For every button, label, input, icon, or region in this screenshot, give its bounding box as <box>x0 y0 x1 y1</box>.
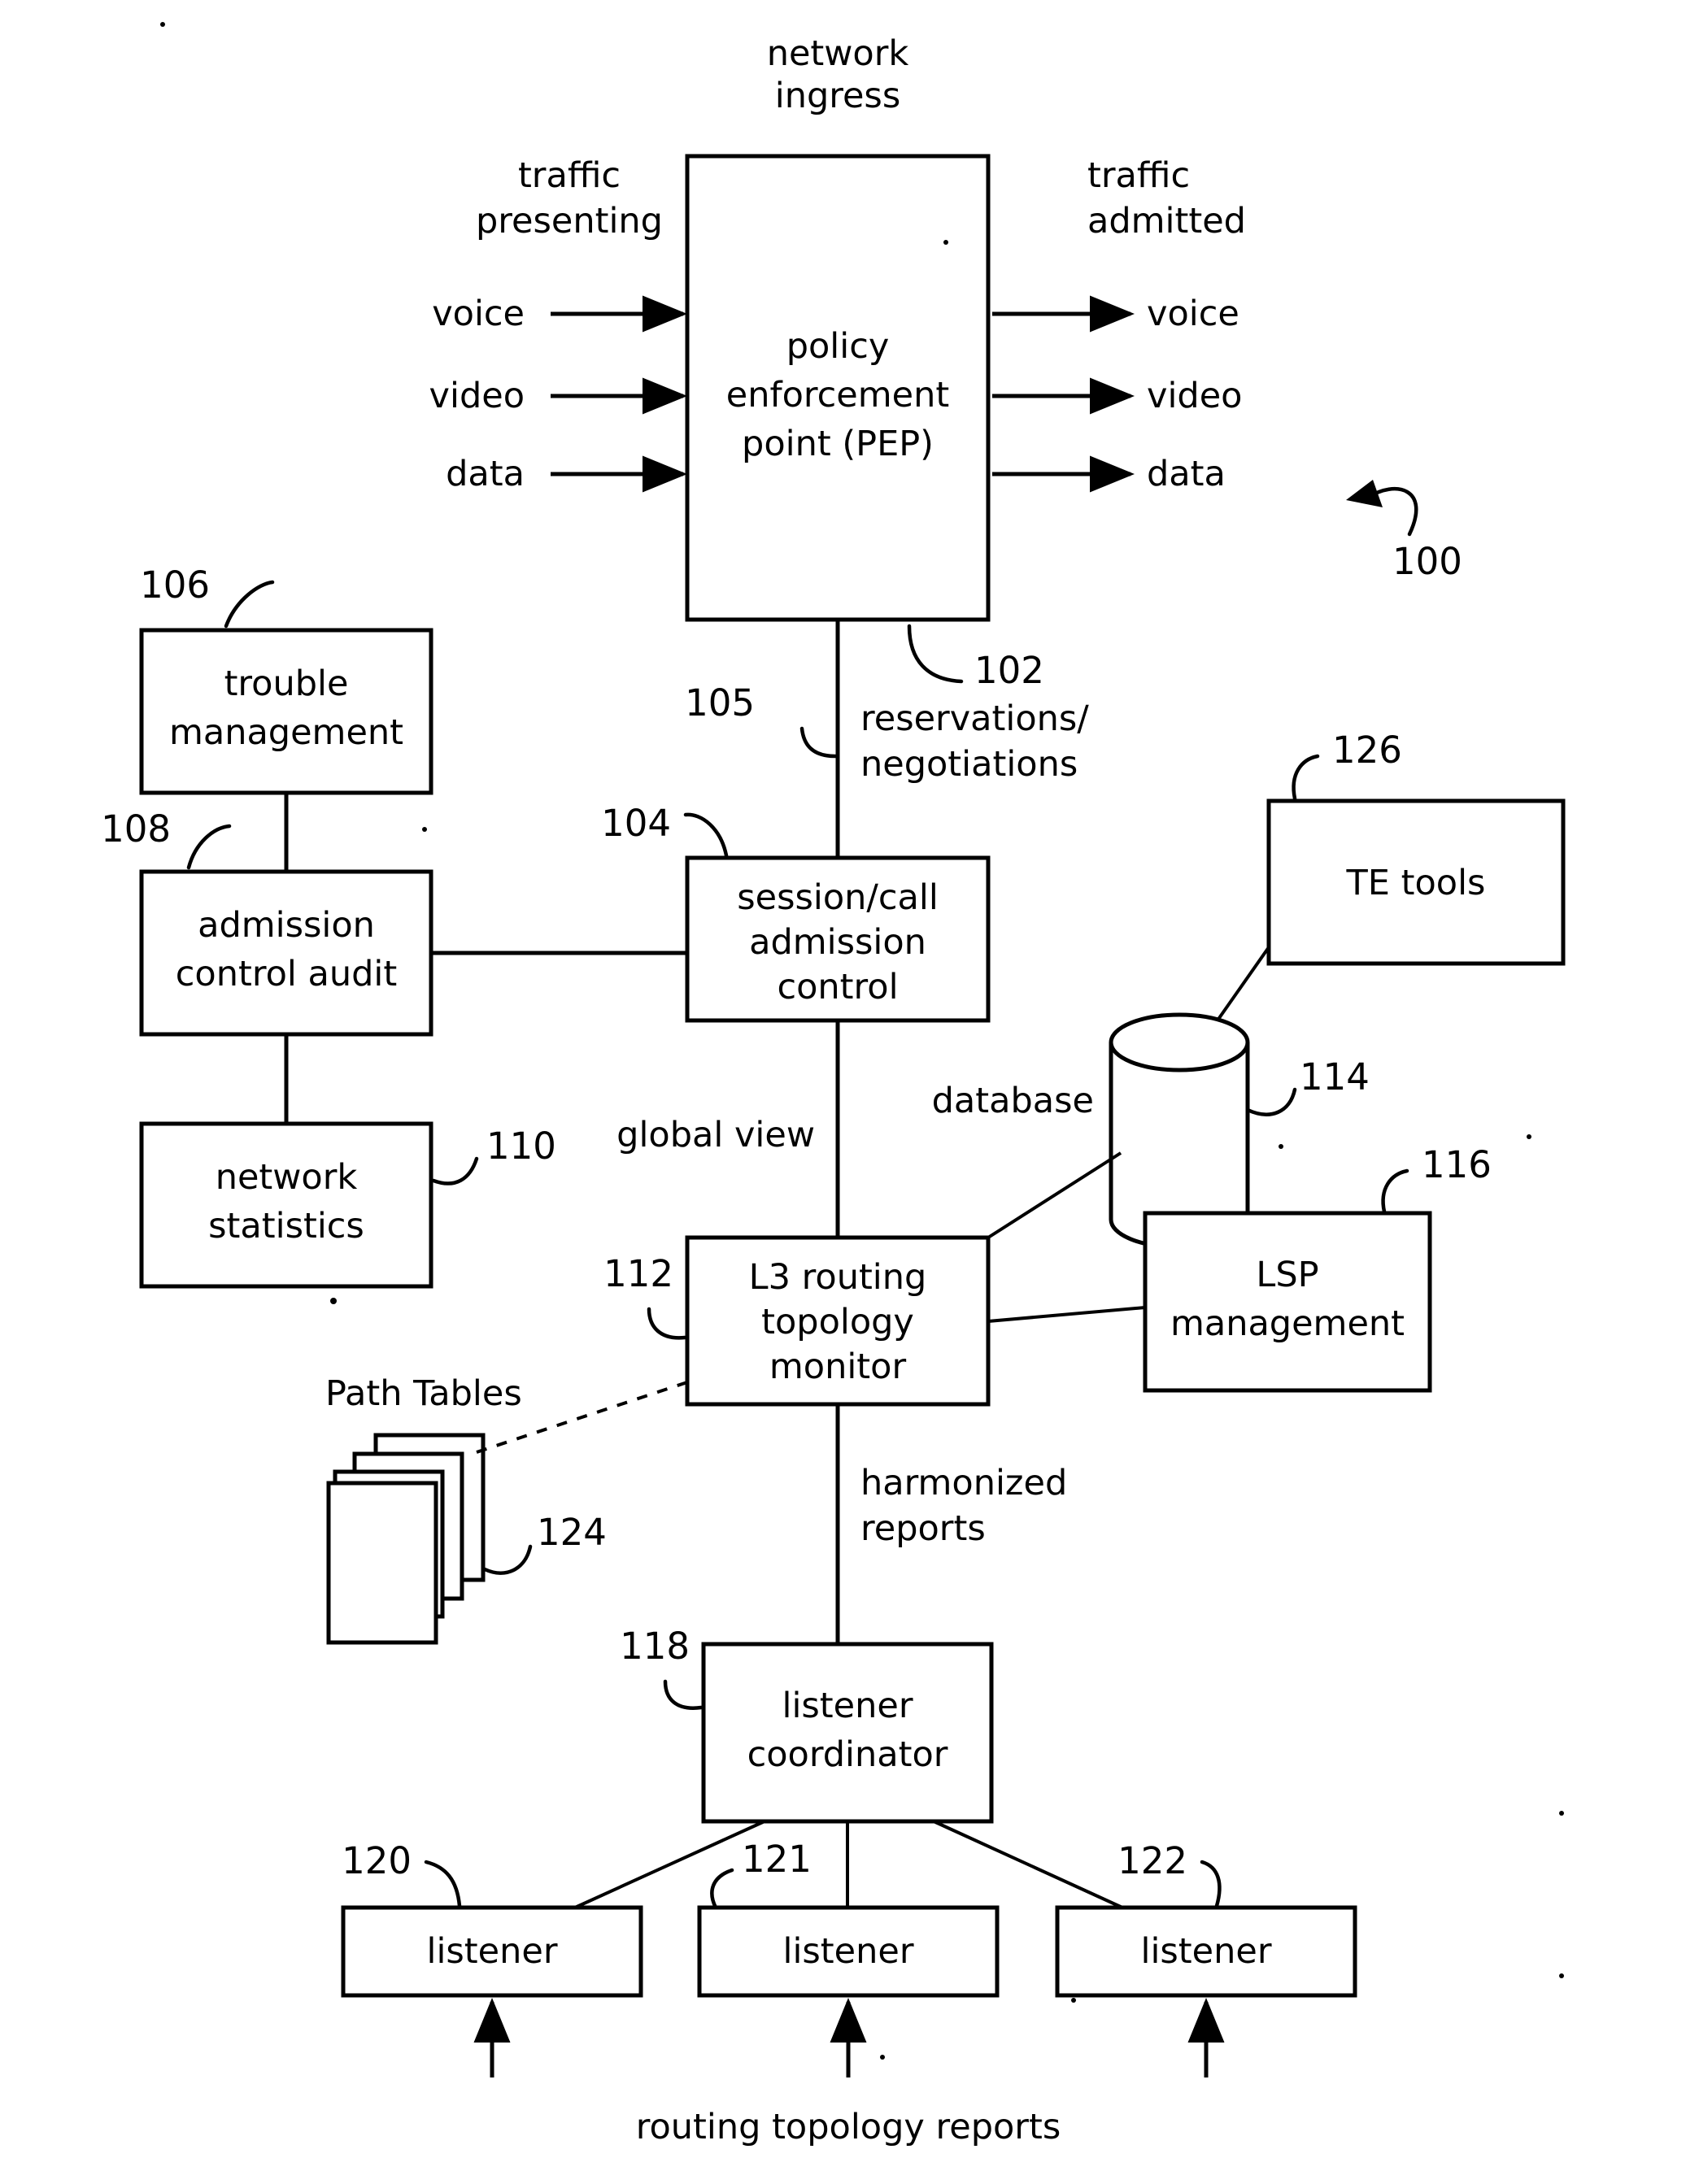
output-label-data: data <box>1147 454 1226 494</box>
ref-124-number: 124 <box>537 1511 607 1554</box>
ref-122-number: 122 <box>1117 1839 1187 1882</box>
lsp-management-label-line2: management <box>1170 1303 1405 1344</box>
edge-coordinator-to-listener-right <box>933 1820 1123 1909</box>
ref-104-leader <box>683 812 729 858</box>
output-label-voice: voice <box>1147 294 1239 334</box>
ref-104-number: 104 <box>601 802 671 845</box>
ref-110-number: 110 <box>486 1125 556 1168</box>
listener-coordinator-label-line2: coordinator <box>747 1734 948 1775</box>
edge-coordinator-to-listener-left <box>574 1820 765 1909</box>
cac-label-line1: session/call <box>737 877 939 918</box>
ref-114-number: 114 <box>1300 1055 1370 1099</box>
ref-121-leader <box>710 1868 734 1910</box>
listener-coordinator-label-line1: listener <box>782 1686 913 1726</box>
ref-110-leader <box>431 1156 479 1186</box>
lsp-management-label-line1: LSP <box>1256 1255 1318 1295</box>
listener-left-label: listener <box>427 1931 558 1972</box>
ref-102-number: 102 <box>974 649 1044 692</box>
input-label-data: data <box>446 454 525 494</box>
scan-speck <box>160 22 165 27</box>
edge-l3-to-lsp <box>987 1306 1146 1323</box>
cac-label-line2: admission <box>749 922 926 963</box>
input-label-voice: voice <box>432 294 525 334</box>
cac-label-line3: control <box>777 967 898 1007</box>
scan-speck <box>1527 1134 1531 1139</box>
ref-108-number: 108 <box>101 807 171 851</box>
network-statistics-label-line2: statistics <box>208 1206 364 1246</box>
path-tables-sheet-1 <box>326 1481 438 1645</box>
traffic-presenting-line2: presenting <box>476 201 663 241</box>
database-cylinder-top <box>1109 1012 1250 1072</box>
listener-center-label: listener <box>783 1931 914 1972</box>
ref-102-leader <box>907 624 964 684</box>
pep-label-line1: policy <box>786 326 890 367</box>
network-ingress-label-line2: ingress <box>775 76 901 116</box>
ref-106-leader <box>224 580 275 629</box>
ref-105-number: 105 <box>685 681 755 724</box>
ref-120-number: 120 <box>342 1839 412 1882</box>
traffic-presenting-line1: traffic <box>518 155 621 196</box>
input-label-video: video <box>429 376 525 416</box>
l3-label-line2: topology <box>761 1302 914 1342</box>
global-view-label: global view <box>616 1115 815 1155</box>
ref-126-number: 126 <box>1332 729 1402 772</box>
output-label-video: video <box>1147 376 1242 416</box>
traffic-admitted-line2: admitted <box>1087 201 1246 241</box>
scan-speck <box>880 2055 885 2060</box>
ref-118-number: 118 <box>620 1625 690 1668</box>
database-label: database <box>932 1081 1094 1121</box>
trouble-management-label-line1: trouble <box>224 663 349 704</box>
scan-speck <box>1279 1144 1283 1149</box>
ref-114-leader <box>1245 1087 1297 1116</box>
ref-126-leader <box>1292 754 1320 801</box>
ref-122-leader <box>1200 1860 1222 1908</box>
ref-100-arrowhead <box>1346 480 1383 507</box>
listener-right-label: listener <box>1141 1931 1272 1972</box>
scan-speck <box>1559 1973 1564 1978</box>
trouble-management-label-line2: management <box>169 712 403 753</box>
ref-100-number: 100 <box>1392 540 1462 583</box>
trouble-management-box <box>139 628 433 795</box>
ref-118-leader <box>663 1679 704 1710</box>
scan-speck <box>330 1298 337 1304</box>
ref-116-leader <box>1381 1168 1409 1214</box>
network-ingress-label-line1: network <box>767 33 909 74</box>
routing-topology-reports-caption: routing topology reports <box>636 2107 1061 2147</box>
edge-database-to-l3 <box>987 1151 1122 1239</box>
l3-label-line3: monitor <box>769 1347 907 1387</box>
diagram-canvas: network ingress policy enforcement point… <box>101 22 1566 2147</box>
ref-105-leader <box>799 726 838 759</box>
reservations-label-line2: negotiations <box>860 744 1078 785</box>
ref-120-leader <box>424 1860 462 1908</box>
patent-figure: network ingress policy enforcement point… <box>0 0 1699 2184</box>
pep-label-line3: point (PEP) <box>742 424 934 464</box>
ref-124-leader <box>482 1544 533 1575</box>
harmonized-reports-line1: harmonized <box>860 1463 1067 1503</box>
scan-speck <box>943 240 948 245</box>
harmonized-reports-line2: reports <box>860 1508 986 1549</box>
ref-112-number: 112 <box>603 1252 673 1295</box>
ref-106-number: 106 <box>140 563 210 607</box>
te-tools-label: TE tools <box>1346 863 1486 903</box>
traffic-admitted-line1: traffic <box>1087 155 1190 196</box>
l3-label-line1: L3 routing <box>749 1257 927 1298</box>
ref-108-leader <box>186 824 232 870</box>
scan-speck <box>1559 1811 1564 1816</box>
path-tables-label: Path Tables <box>325 1373 522 1414</box>
reservations-label-line1: reservations/ <box>860 698 1089 739</box>
admission-control-audit-label-line2: control audit <box>176 954 397 994</box>
listener-coordinator-box <box>701 1642 994 1824</box>
scan-speck <box>1071 1998 1076 2003</box>
admission-control-audit-label-line1: admission <box>198 905 375 946</box>
scan-speck <box>422 827 427 832</box>
admission-control-audit-box <box>139 869 433 1037</box>
pep-label-line2: enforcement <box>726 375 949 415</box>
ref-112-leader <box>647 1307 687 1340</box>
network-statistics-box <box>139 1121 433 1289</box>
network-statistics-label-line1: network <box>216 1157 358 1198</box>
lsp-management-box <box>1143 1211 1432 1393</box>
ref-121-number: 121 <box>742 1838 812 1881</box>
ref-116-number: 116 <box>1422 1143 1492 1186</box>
